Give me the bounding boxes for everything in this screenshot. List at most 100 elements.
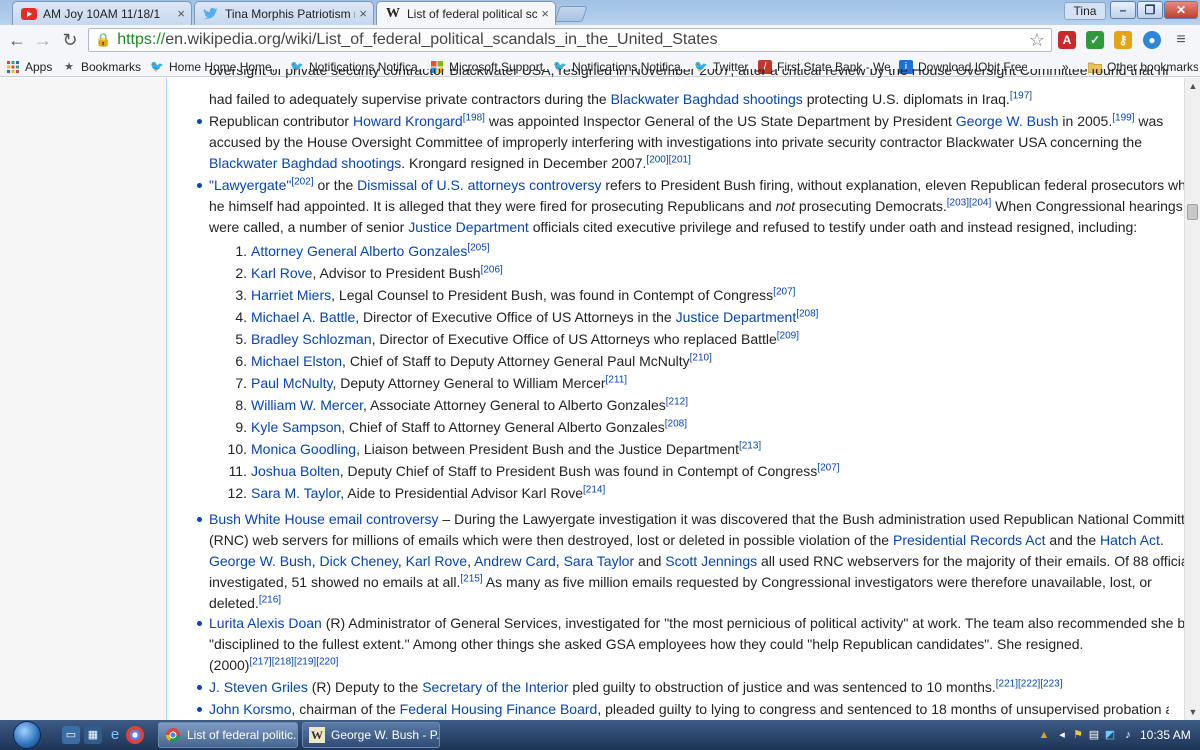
citation[interactable]: [200][201]	[646, 154, 690, 165]
tab-tina-morphis[interactable]: Tina Morphis Patriotism n ×	[194, 1, 374, 25]
citation[interactable]: [221][222][223]	[996, 678, 1063, 689]
tray-volume-icon[interactable]: ♪	[1120, 727, 1136, 743]
email-controversy-link[interactable]: Bush White House email controversy	[209, 511, 439, 527]
scroll-thumb[interactable]	[1187, 204, 1198, 220]
citation[interactable]: [205]	[467, 242, 489, 253]
george-w-bush-link[interactable]: George W. Bush	[956, 113, 1059, 129]
lawyergate-link[interactable]: "Lawyergate"	[209, 177, 291, 193]
maximize-button[interactable]: ❐	[1137, 1, 1163, 19]
person-link[interactable]: Sara M. Taylor	[251, 485, 340, 501]
person-link[interactable]: Harriet Miers	[251, 287, 331, 303]
citation[interactable]: [197]	[1010, 90, 1032, 101]
citation[interactable]: [210]	[690, 352, 712, 363]
howard-krongard-link[interactable]: Howard Krongard	[353, 113, 463, 129]
address-bar[interactable]: 🔒 https:// en.wikipedia.org/wiki/List_of…	[88, 28, 1052, 52]
text: refers to President Bush firing, without…	[601, 177, 1200, 193]
internet-explorer-icon[interactable]: e	[106, 726, 124, 744]
citation[interactable]: [202]	[291, 176, 313, 187]
citation[interactable]: [217][218][219][220]	[249, 656, 338, 667]
karl-rove-link[interactable]: Karl Rove	[406, 553, 467, 569]
extension-green-icon[interactable]: ✓	[1086, 31, 1104, 49]
justice-department-link[interactable]: Justice Department	[676, 309, 797, 325]
presidential-records-act-link[interactable]: Presidential Records Act	[893, 532, 1046, 548]
tray-expand-icon[interactable]: ◂	[1054, 727, 1070, 743]
close-window-button[interactable]: ✕	[1164, 1, 1198, 19]
close-icon[interactable]: ×	[541, 6, 549, 21]
blackwater-link[interactable]: Blackwater Baghdad shootings	[611, 91, 803, 107]
dismissal-attorneys-link[interactable]: Dismissal of U.S. attorneys controversy	[357, 177, 601, 193]
extension-blue-icon[interactable]: ●	[1143, 31, 1161, 49]
person-link[interactable]: Monica Goodling	[251, 441, 356, 457]
citation[interactable]: [207]	[817, 462, 839, 473]
citation[interactable]: [203][204]	[947, 197, 991, 208]
dick-cheney-link[interactable]: Dick Cheney	[320, 553, 398, 569]
system-clock[interactable]: 10:35 AM	[1140, 728, 1191, 742]
citation[interactable]: [213]	[739, 440, 761, 451]
tray-app-icon[interactable]: ◩	[1102, 727, 1118, 743]
person-link[interactable]: Bradley Schlozman	[251, 331, 372, 347]
chrome-icon[interactable]	[126, 726, 144, 744]
tray-fire-icon[interactable]: ▲	[1036, 727, 1052, 743]
person-link[interactable]: Paul McNulty	[251, 375, 332, 391]
hatch-act-link[interactable]: Hatch Act	[1100, 532, 1160, 548]
forward-button[interactable]: →	[32, 30, 54, 52]
bookmark-apps[interactable]: Apps	[6, 58, 56, 75]
george-w-bush-link[interactable]: George W. Bush	[209, 553, 312, 569]
person-link[interactable]: William W. Mercer	[251, 397, 363, 413]
citation[interactable]: [211]	[606, 374, 628, 385]
person-link[interactable]: Attorney General Alberto Gonzales	[251, 243, 467, 259]
citation[interactable]: [207]	[773, 286, 795, 297]
taskbar-chrome-window[interactable]: List of federal politic...	[158, 722, 298, 748]
citation[interactable]: [214]	[583, 484, 605, 495]
scott-jennings-link[interactable]: Scott Jennings	[665, 553, 757, 569]
page-scrollbar[interactable]: ▲ ▼	[1184, 78, 1200, 720]
show-desktop-icon[interactable]: ▭	[62, 726, 80, 744]
john-korsmo-link[interactable]: John Korsmo	[209, 701, 291, 717]
bookmark-bookmarks[interactable]: ★ Bookmarks	[62, 58, 144, 75]
tab-am-joy[interactable]: AM Joy 10AM 11/18/1 ×	[12, 1, 192, 25]
citation[interactable]: [215]	[460, 573, 482, 584]
citation[interactable]: [208]	[665, 418, 687, 429]
citation[interactable]: [209]	[777, 330, 799, 341]
list-item: 5. Bradley Schlozman, Director of Executi…	[222, 329, 799, 350]
bookmark-star-icon[interactable]: ☆	[1029, 30, 1045, 51]
andrew-card-link[interactable]: Andrew Card	[474, 553, 556, 569]
scroll-up-arrow-icon[interactable]: ▲	[1185, 78, 1200, 94]
close-icon[interactable]: ×	[359, 6, 367, 21]
menu-icon[interactable]: ≡	[1172, 31, 1190, 49]
fhfb-link[interactable]: Federal Housing Finance Board	[400, 701, 598, 717]
citation[interactable]: [199]	[1112, 112, 1134, 123]
citation[interactable]: [198]	[463, 112, 485, 123]
explorer-icon[interactable]: ▦	[84, 726, 102, 744]
citation[interactable]: [208]	[796, 308, 818, 319]
citation[interactable]: [212]	[666, 396, 688, 407]
taskbar-bush-window[interactable]: W George W. Bush - P...	[302, 722, 440, 748]
person-link[interactable]: Kyle Sampson	[251, 419, 341, 435]
key-extension-icon[interactable]: ⚷	[1114, 31, 1132, 49]
steven-griles-link[interactable]: J. Steven Griles	[209, 679, 308, 695]
secretary-interior-link[interactable]: Secretary of the Interior	[422, 679, 568, 695]
minimize-button[interactable]: –	[1110, 1, 1136, 19]
blackwater-link[interactable]: Blackwater Baghdad shootings	[209, 155, 401, 171]
justice-department-link[interactable]: Justice Department	[408, 219, 529, 235]
tray-network-icon[interactable]: ▤	[1086, 727, 1102, 743]
close-icon[interactable]: ×	[177, 6, 185, 21]
reload-button[interactable]: ↻	[59, 30, 81, 52]
scroll-down-arrow-icon[interactable]: ▼	[1185, 704, 1200, 720]
person-link[interactable]: Karl Rove	[251, 265, 312, 281]
start-button[interactable]	[4, 720, 50, 750]
citation[interactable]: [216]	[259, 594, 281, 605]
text: (RNC) web servers for millions of emails…	[209, 532, 893, 548]
person-link[interactable]: Michael A. Battle	[251, 309, 355, 325]
new-tab-button[interactable]	[554, 6, 588, 22]
person-link[interactable]: Michael Elston	[251, 353, 342, 369]
back-button[interactable]: ←	[6, 30, 28, 52]
acrobat-icon[interactable]: A	[1058, 31, 1076, 49]
tray-flag-icon[interactable]: ⚑	[1070, 727, 1086, 743]
lurita-doan-link[interactable]: Lurita Alexis Doan	[209, 615, 322, 631]
profile-button[interactable]: Tina	[1064, 2, 1106, 20]
tab-wikipedia[interactable]: W List of federal political sca ×	[376, 1, 556, 25]
sara-taylor-link[interactable]: Sara Taylor	[564, 553, 635, 569]
citation[interactable]: [206]	[481, 264, 503, 275]
person-link[interactable]: Joshua Bolten	[251, 463, 340, 479]
